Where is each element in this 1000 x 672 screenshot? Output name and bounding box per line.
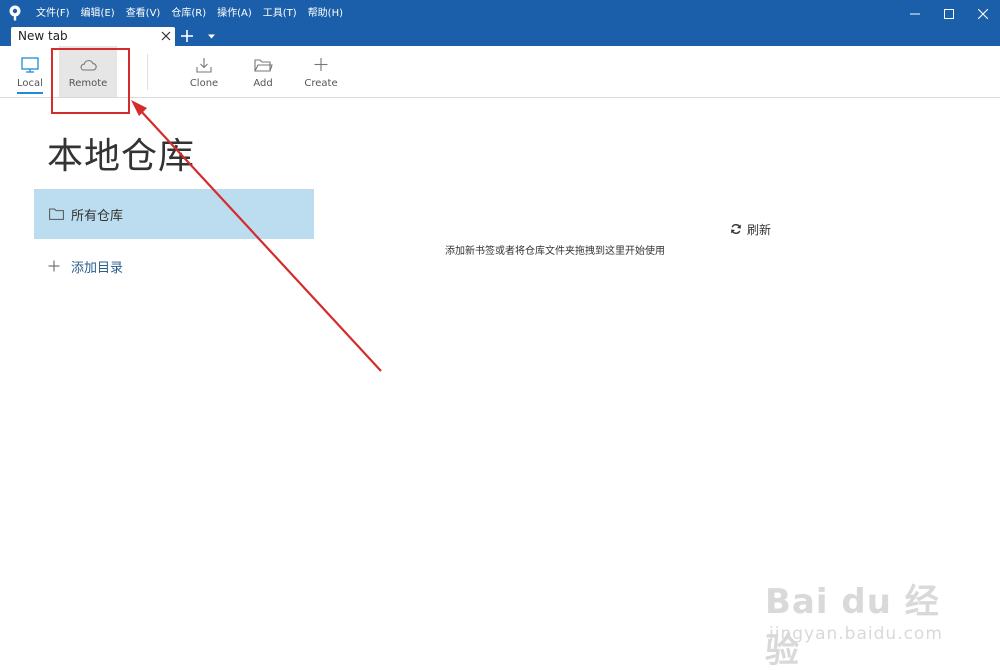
refresh-label: 刷新 xyxy=(747,222,772,237)
remote-button[interactable]: Remote xyxy=(59,46,117,97)
sourcetree-logo-icon xyxy=(9,5,21,21)
refresh-icon xyxy=(731,224,741,234)
tab-dropdown-icon[interactable] xyxy=(207,33,216,40)
tab-bar: New tab xyxy=(0,27,1000,46)
download-icon xyxy=(196,58,212,73)
local-active-indicator xyxy=(17,92,43,94)
local-label: Local xyxy=(17,78,43,89)
plus-icon xyxy=(48,260,60,272)
menu-repository[interactable]: 仓库(R) xyxy=(171,0,206,27)
maximize-icon xyxy=(944,8,954,19)
maximize-button[interactable] xyxy=(932,0,966,27)
toolbar-separator xyxy=(147,54,148,90)
add-directory-button[interactable]: 添加目录 xyxy=(48,256,123,276)
folder-icon xyxy=(49,208,64,220)
watermark-url: jingyan.baidu.com xyxy=(769,624,943,644)
plus-icon xyxy=(314,58,328,71)
tab-title: New tab xyxy=(18,29,68,43)
menu-bar: 文件(F) 编辑(E) 查看(V) 仓库(R) 操作(A) 工具(T) 帮助(H… xyxy=(36,0,354,27)
nav-all-repositories[interactable]: 所有仓库 xyxy=(34,189,314,239)
page-title: 本地仓库 xyxy=(47,136,196,177)
watermark: Bai du 经验 jingyan.baidu.com xyxy=(765,558,945,671)
tab-close-icon[interactable] xyxy=(160,30,172,42)
add-label: Add xyxy=(253,78,273,89)
add-directory-label: 添加目录 xyxy=(71,260,124,276)
menu-help[interactable]: 帮助(H) xyxy=(308,0,343,27)
refresh-button[interactable]: 刷新 xyxy=(730,220,771,238)
monitor-icon xyxy=(21,57,39,73)
local-button[interactable]: Local xyxy=(5,46,55,97)
new-tab-plus-icon[interactable] xyxy=(180,29,194,43)
window-controls xyxy=(898,0,1000,27)
close-window-button[interactable] xyxy=(966,0,1000,27)
title-bar: 文件(F) 编辑(E) 查看(V) 仓库(R) 操作(A) 工具(T) 帮助(H… xyxy=(0,0,1000,27)
menu-edit[interactable]: 编辑(E) xyxy=(81,0,115,27)
folder-open-icon xyxy=(254,59,273,72)
menu-actions[interactable]: 操作(A) xyxy=(217,0,252,27)
menu-tools[interactable]: 工具(T) xyxy=(263,0,297,27)
clone-label: Clone xyxy=(189,78,219,89)
menu-view[interactable]: 查看(V) xyxy=(126,0,161,27)
menu-file[interactable]: 文件(F) xyxy=(36,0,70,27)
tab-new-tab[interactable]: New tab xyxy=(11,27,175,46)
clone-button[interactable]: Clone xyxy=(179,46,229,97)
minimize-icon xyxy=(910,13,920,14)
create-label: Create xyxy=(304,78,338,89)
watermark-brand: Bai du 经验 xyxy=(765,582,940,671)
empty-state-hint: 添加新书签或者将仓库文件夹拖拽到这里开始使用 xyxy=(445,246,665,257)
create-button[interactable]: Create xyxy=(296,46,346,97)
cloud-icon xyxy=(80,60,97,71)
remote-label: Remote xyxy=(68,78,108,89)
nav-all-repositories-label: 所有仓库 xyxy=(71,208,124,224)
add-button[interactable]: Add xyxy=(238,46,288,97)
minimize-button[interactable] xyxy=(898,0,932,27)
toolbar: Local Remote Clone Add Create xyxy=(0,46,1000,98)
close-icon xyxy=(978,8,988,19)
